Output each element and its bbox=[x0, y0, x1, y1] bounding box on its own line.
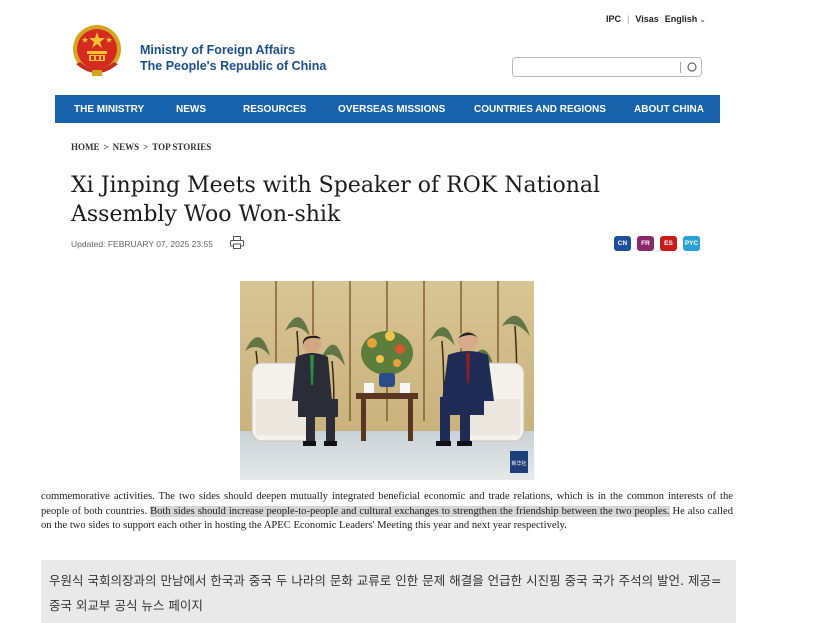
search-divider bbox=[680, 62, 681, 73]
breadcrumb-current[interactable]: TOP STORIES bbox=[152, 142, 211, 152]
print-icon[interactable] bbox=[230, 236, 244, 249]
nav-item-overseas-missions[interactable]: OVERSEAS MISSIONS bbox=[338, 104, 445, 115]
article-body-highlight: Both sides should increase people-to-peo… bbox=[150, 505, 670, 517]
lang-button-cn[interactable]: CN bbox=[614, 236, 631, 251]
article-title: Xi Jinping Meets with Speaker of ROK Nat… bbox=[71, 173, 601, 227]
main-navigation: THE MINISTRY NEWS RESOURCES OVERSEAS MIS… bbox=[55, 95, 720, 123]
organization-name[interactable]: Ministry of Foreign Affairs The People's… bbox=[140, 42, 326, 74]
breadcrumb-separator: > bbox=[143, 142, 149, 152]
article-body: commemorative activities. The two sides … bbox=[41, 490, 733, 534]
nav-item-the-ministry[interactable]: THE MINISTRY bbox=[74, 104, 144, 115]
nav-item-resources[interactable]: RESOURCES bbox=[243, 104, 306, 115]
lang-button-ru[interactable]: PYC bbox=[683, 236, 700, 251]
nav-item-countries-and-regions[interactable]: COUNTRIES AND REGIONS bbox=[474, 104, 606, 115]
updated-timestamp: Updated: FEBRUARY 07, 2025 23:55 bbox=[71, 239, 213, 249]
chevron-down-icon: ⌄ bbox=[699, 14, 706, 24]
lang-button-es[interactable]: ES bbox=[660, 236, 677, 251]
nav-item-about-china[interactable]: ABOUT CHINA bbox=[634, 104, 704, 115]
language-label: English bbox=[664, 14, 698, 24]
breadcrumb-home[interactable]: HOME bbox=[71, 142, 100, 152]
visas-link[interactable]: Visas bbox=[635, 14, 658, 24]
photo-watermark-text: 新华社 bbox=[511, 460, 526, 467]
org-name-line1: Ministry of Foreign Affairs bbox=[140, 43, 296, 57]
nav-item-news[interactable]: NEWS bbox=[176, 104, 206, 115]
ipc-link[interactable]: IPC bbox=[606, 14, 621, 24]
breadcrumb-news[interactable]: NEWS bbox=[113, 142, 140, 152]
search-icon[interactable] bbox=[686, 61, 698, 73]
top-utility-links: IPC | Visas English ⌄ bbox=[606, 14, 706, 24]
national-emblem-logo[interactable] bbox=[70, 24, 124, 80]
lang-button-fr[interactable]: FR bbox=[637, 236, 654, 251]
link-separator: | bbox=[627, 14, 630, 24]
language-buttons: CN FR ES PYC bbox=[614, 236, 700, 251]
breadcrumb-separator: > bbox=[103, 142, 109, 152]
photo-caption: 우원식 국회의장과의 만남에서 한국과 중국 두 나라의 문화 교류로 인한 문… bbox=[41, 560, 736, 623]
breadcrumb: HOME > NEWS > TOP STORIES bbox=[71, 142, 211, 152]
language-selector[interactable]: English ⌄ bbox=[665, 14, 706, 24]
org-name-line2: The People's Republic of China bbox=[140, 59, 327, 73]
article-photo: 新华社 bbox=[240, 281, 534, 480]
search-input[interactable] bbox=[512, 57, 702, 77]
